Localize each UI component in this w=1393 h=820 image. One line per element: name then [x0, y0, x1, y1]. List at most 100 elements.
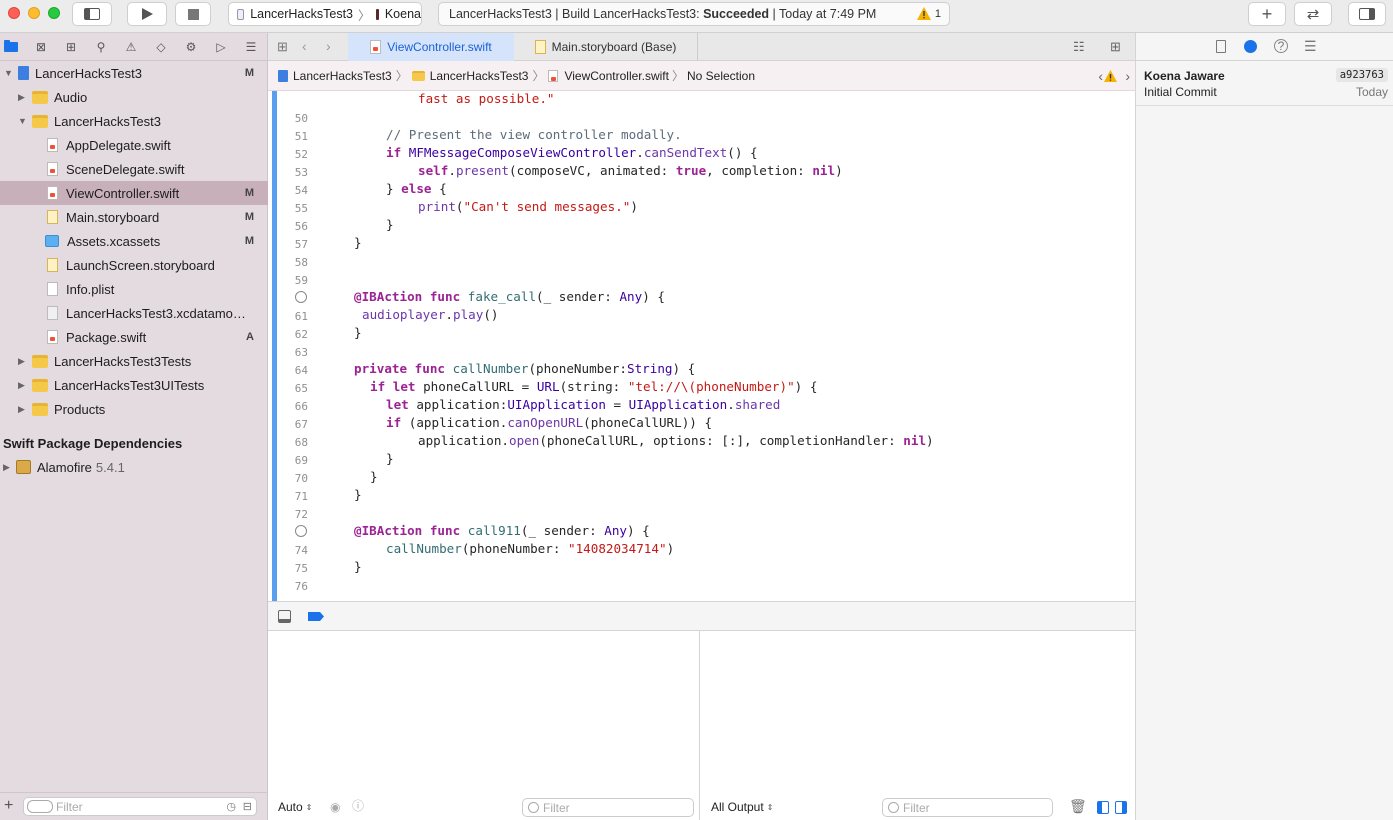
forward-arrow-icon[interactable]: › — [326, 38, 331, 54]
commit-date: Today — [1355, 85, 1388, 99]
breakpoints-toggle-icon[interactable] — [308, 612, 324, 621]
datamodel-file-icon — [47, 306, 58, 320]
variables-view[interactable]: Auto ⇕ ◉ ⓘ Filter — [268, 631, 700, 820]
variables-filter-field[interactable]: Filter — [522, 798, 694, 817]
info-icon[interactable]: ⓘ — [352, 797, 364, 814]
debug-spray-icon[interactable]: ⚙ — [184, 40, 198, 54]
navigator-group-products[interactable]: ▶ Products — [0, 397, 268, 421]
back-arrow-icon[interactable]: ‹ — [302, 38, 307, 54]
next-issue-icon[interactable]: › — [1125, 68, 1130, 84]
code-review-button[interactable]: ⇄ — [1294, 2, 1332, 26]
editor-tab-bar: ⊞ ‹ › ViewController.swift Main.storyboa… — [268, 33, 1135, 61]
console-filter-field[interactable]: Filter — [882, 798, 1053, 817]
navigator-project-row[interactable]: ▼ LancerHacksTest3 M — [0, 61, 268, 85]
navigator-file-row[interactable]: LancerHacksTest3.xcdatamo… — [0, 301, 268, 325]
close-window-button[interactable] — [8, 7, 20, 19]
warning-indicator[interactable]: 1 — [916, 7, 941, 20]
scheme-selector[interactable]: LancerHacksTest3 〉 Koena — [228, 2, 422, 26]
show-console-icon[interactable] — [1115, 801, 1127, 814]
disclosure-open-icon[interactable]: ▼ — [18, 116, 27, 126]
run-button[interactable] — [127, 2, 167, 26]
hierarchy-icon[interactable]: ⊞ — [64, 40, 78, 54]
navigator-group-app[interactable]: ▼ LancerHacksTest3 — [0, 109, 268, 133]
folder-icon — [32, 354, 48, 368]
file-inspector-icon[interactable] — [1216, 40, 1226, 53]
line-number: 52 — [294, 148, 308, 161]
test-diamond-icon[interactable]: ◇ — [154, 40, 168, 54]
source-editor[interactable]: fast as possible." 50 51 // Present the … — [268, 91, 1135, 601]
toggle-navigator-button[interactable] — [72, 2, 112, 26]
code-line: application.open(phoneCallURL, options: … — [418, 433, 934, 448]
jump-bar-group[interactable]: LancerHacksTest3 — [430, 69, 529, 83]
scm-filter-icon[interactable]: ⊟ — [243, 800, 252, 813]
show-variables-icon[interactable] — [1097, 801, 1109, 814]
line-number: 65 — [294, 382, 308, 395]
disclosure-open-icon[interactable]: ▼ — [4, 68, 13, 78]
tab-main-storyboard[interactable]: Main.storyboard (Base) — [514, 33, 698, 61]
navigator-group-tests[interactable]: ▶ LancerHacksTest3Tests — [0, 349, 268, 373]
history-inspector-icon[interactable] — [1244, 40, 1257, 53]
disclosure-closed-icon[interactable]: ▶ — [18, 404, 25, 415]
navigator-group-uitests[interactable]: ▶ LancerHacksTest3UITests — [0, 373, 268, 397]
variables-scope-popup[interactable]: Auto ⇕ — [278, 800, 312, 814]
tab-viewcontroller[interactable]: ViewController.swift — [348, 33, 514, 61]
navigator-file-row[interactable]: Assets.xcassets M — [0, 229, 268, 253]
device-name: Koena — [384, 7, 421, 21]
disclosure-closed-icon[interactable]: ▶ — [18, 92, 25, 103]
minimize-window-button[interactable] — [28, 7, 40, 19]
jump-bar-project[interactable]: LancerHacksTest3 — [293, 69, 392, 83]
navigator-filter-field[interactable]: Filter ◷ ⊟ — [23, 797, 257, 816]
recent-files-icon[interactable]: ◷ — [226, 800, 236, 813]
toggle-inspector-button[interactable] — [1348, 2, 1386, 26]
console-output-popup[interactable]: All Output ⇕ — [711, 800, 773, 814]
navigator-group-audio[interactable]: ▶ Audio — [0, 85, 268, 109]
navigator-item-label: Package.swift — [66, 329, 147, 345]
navigator-file-row[interactable]: LaunchScreen.storyboard — [0, 253, 268, 277]
commit-entry[interactable]: Koena Jaware a923763 Initial Commit Toda… — [1136, 65, 1393, 105]
navigator-item-label: LancerHacksTest3Tests — [54, 353, 192, 369]
add-editor-icon[interactable]: ⊞ — [1110, 39, 1121, 55]
navigator-file-row[interactable]: Info.plist — [0, 277, 268, 301]
console-view[interactable]: All Output ⇕ Filter 🗑 — [701, 631, 1135, 820]
navigator-package-row[interactable]: ▶ Alamofire 5.4.1 — [0, 455, 268, 479]
breakpoint-icon[interactable]: ▷ — [214, 40, 228, 54]
report-list-icon[interactable]: ☰ — [244, 40, 258, 54]
issue-warning-icon[interactable]: ⚠ — [124, 40, 138, 54]
hide-debug-area-icon[interactable] — [278, 610, 291, 623]
tab-label: ViewController.swift — [387, 40, 492, 54]
navigator-file-row-selected[interactable]: ViewController.swift M — [0, 181, 268, 205]
filter-icon — [528, 802, 539, 813]
navigator-file-row[interactable]: Main.storyboard M — [0, 205, 268, 229]
stop-button[interactable] — [175, 2, 211, 26]
scm-badge: M — [244, 187, 254, 199]
disclosure-closed-icon[interactable]: ▶ — [3, 462, 10, 473]
jump-bar-file[interactable]: ViewController.swift — [564, 69, 668, 83]
navigator-file-row[interactable]: SceneDelegate.swift — [0, 157, 268, 181]
eye-icon[interactable]: ◉ — [330, 800, 340, 814]
attributes-icon[interactable]: ☰ — [1304, 38, 1317, 55]
jump-bar-symbol[interactable]: No Selection — [687, 69, 755, 83]
ibaction-connection-icon[interactable] — [295, 291, 307, 303]
source-control-icon[interactable]: ⊠ — [34, 40, 48, 54]
folder-icon[interactable] — [4, 40, 18, 54]
add-icon[interactable]: + — [4, 797, 13, 815]
grid-icon[interactable]: ⊞ — [277, 39, 288, 55]
window-toolbar: LancerHacksTest3 〉 Koena LancerHacksTest… — [0, 0, 1393, 33]
jump-bar: LancerHacksTest3 〉 LancerHacksTest3 〉 Vi… — [268, 61, 1135, 91]
ibaction-connection-icon[interactable] — [295, 525, 307, 537]
search-icon[interactable]: ⚲ — [94, 40, 108, 54]
previous-issue-icon[interactable]: ‹ — [1098, 68, 1103, 84]
navigator-file-row[interactable]: Package.swift A — [0, 325, 268, 349]
warning-icon[interactable] — [1104, 69, 1117, 82]
navigator-file-row[interactable]: AppDelegate.swift — [0, 133, 268, 157]
library-button[interactable]: + — [1248, 2, 1286, 26]
disclosure-closed-icon[interactable]: ▶ — [18, 380, 25, 391]
disclosure-closed-icon[interactable]: ▶ — [18, 356, 25, 367]
editor-options-icon[interactable]: ☷ — [1073, 39, 1085, 55]
trash-icon[interactable]: 🗑 — [1069, 798, 1087, 815]
line-number: 75 — [294, 562, 308, 575]
storyboard-file-icon — [47, 210, 58, 224]
help-icon[interactable]: ? — [1274, 39, 1288, 53]
commit-author: Koena Jaware — [1144, 69, 1225, 83]
zoom-window-button[interactable] — [48, 7, 60, 19]
